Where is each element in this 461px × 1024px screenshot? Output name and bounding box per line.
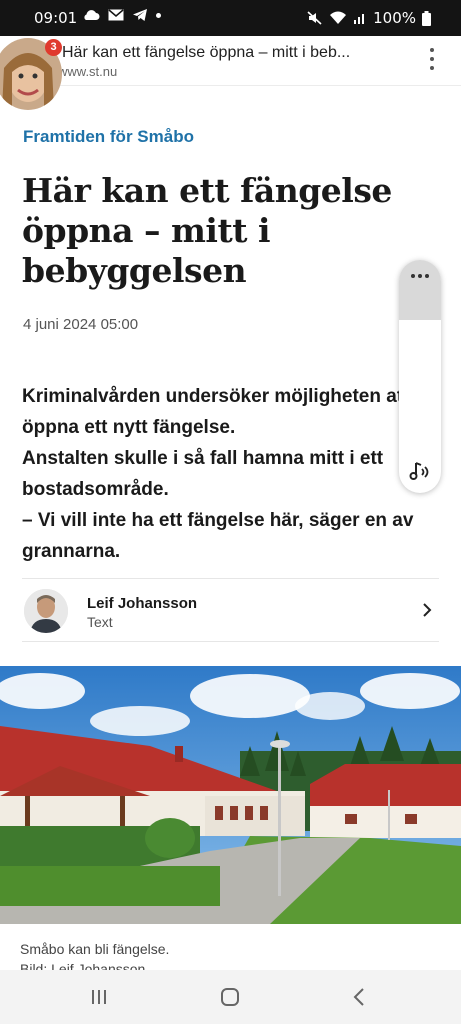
status-time: 09:01 — [34, 9, 78, 27]
mute-icon — [307, 11, 322, 25]
image-caption: Småbo kan bli fängelse. — [20, 941, 170, 957]
lead-paragraph: – Vi vill inte ha ett fängelse här, säge… — [22, 510, 414, 562]
image-credit: Bild: Leif Johansson — [20, 961, 146, 970]
lead-paragraph: Anstalten skulle i så fall hamna mitt i … — [22, 448, 384, 500]
browser-menu-button[interactable] — [427, 48, 437, 70]
browser-url[interactable]: www.st.nu — [58, 64, 117, 79]
telegram-icon — [133, 9, 147, 21]
system-navigation-bar — [0, 970, 461, 1024]
wifi-icon — [330, 11, 347, 24]
listen-audio-widget[interactable] — [399, 260, 441, 493]
listen-audio-icon[interactable] — [407, 459, 433, 485]
recent-apps-icon[interactable] — [84, 984, 114, 1010]
author-name: Leif Johansson — [87, 595, 198, 612]
status-bar: 09:01 100% — [0, 0, 461, 36]
audio-widget-handle[interactable] — [399, 260, 441, 320]
notification-icons — [82, 8, 161, 22]
article-hero-image[interactable] — [0, 666, 461, 924]
handle-dot-icon — [425, 274, 429, 278]
mail-icon — [108, 9, 124, 21]
chevron-right-icon[interactable] — [421, 599, 435, 621]
handle-dot-icon — [418, 274, 422, 278]
browser-page-title[interactable]: Här kan ett fängelse öppna – mitt i beb.… — [62, 44, 350, 62]
back-icon[interactable] — [345, 984, 375, 1010]
system-icons: 100% — [307, 9, 431, 27]
battery-percent: 100% — [373, 9, 416, 27]
battery-icon — [422, 10, 431, 26]
author-avatar — [24, 589, 68, 633]
cloud-icon — [84, 10, 100, 20]
article-headline: Här kan ett fängelse öppna – mitt i beby… — [22, 171, 392, 290]
article-lead: Kriminalvården undersöker möjligheten at… — [22, 381, 432, 567]
article-section-link[interactable]: Framtiden för Småbo — [23, 127, 194, 147]
dot-icon — [156, 12, 161, 18]
handle-dot-icon — [411, 274, 415, 278]
menu-dot-icon — [430, 57, 434, 61]
home-icon[interactable] — [215, 984, 245, 1010]
tab-count-badge: 3 — [45, 39, 62, 56]
article-date: 4 juni 2024 05:00 — [23, 316, 139, 333]
author-role: Text — [87, 614, 113, 630]
signal-icon — [354, 14, 365, 24]
url-text: www.st.nu — [58, 64, 118, 79]
menu-dot-icon — [430, 66, 434, 70]
menu-dot-icon — [430, 48, 434, 52]
lead-paragraph: Kriminalvården undersöker möjligheten at… — [22, 386, 410, 438]
author-byline[interactable]: Leif Johansson Text — [22, 578, 439, 642]
